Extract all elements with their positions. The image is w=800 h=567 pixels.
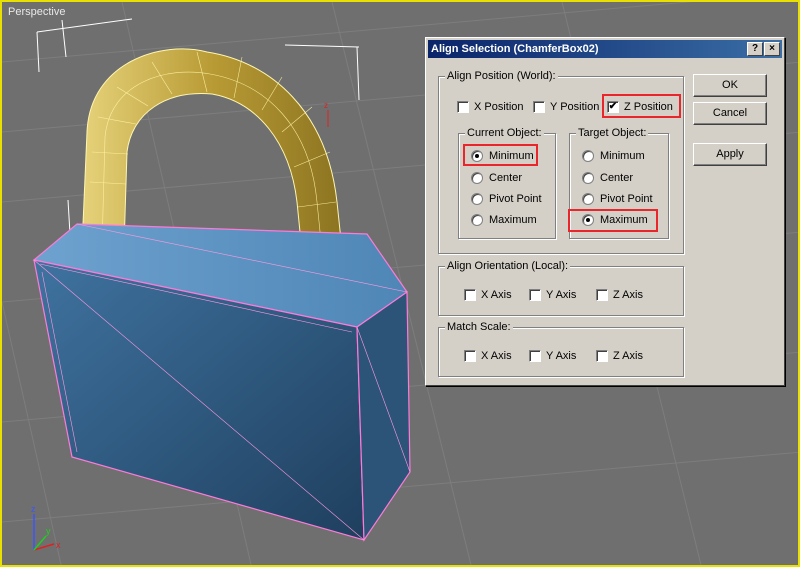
current-center-radio[interactable]: Center	[471, 172, 522, 184]
target-center-label: Center	[600, 172, 634, 184]
x-position-checkbox[interactable]: X Position	[457, 101, 524, 113]
target-pivot-label: Pivot Point	[600, 193, 653, 205]
target-minimum-radio[interactable]: Minimum	[582, 150, 645, 162]
scale-x-box[interactable]	[464, 350, 476, 362]
orient-z-label: Z Axis	[613, 289, 643, 301]
current-object-title: Current Object:	[465, 127, 544, 139]
cancel-button[interactable]: Cancel	[693, 102, 767, 125]
current-maximum-radio[interactable]: Maximum	[471, 214, 537, 226]
scale-z-label: Z Axis	[613, 350, 643, 362]
scale-x-checkbox[interactable]: X Axis	[464, 350, 512, 362]
gizmo-z-label: z	[324, 101, 328, 110]
orient-y-checkbox[interactable]: Y Axis	[529, 289, 576, 301]
align-position-title: Align Position (World):	[445, 70, 558, 82]
lock-body-side	[356, 290, 411, 542]
radio-icon[interactable]	[582, 172, 594, 184]
target-center-radio[interactable]: Center	[582, 172, 633, 184]
orient-y-box[interactable]	[529, 289, 541, 301]
target-minimum-label: Minimum	[600, 150, 645, 162]
current-object-group: Current Object: Minimum Center Pivot Poi…	[458, 127, 556, 239]
x-position-label: X Position	[474, 101, 524, 113]
current-minimum-highlight	[463, 144, 538, 166]
radio-icon[interactable]	[582, 150, 594, 162]
current-maximum-label: Maximum	[489, 214, 537, 226]
ok-button[interactable]: OK	[693, 74, 767, 97]
y-position-label: Y Position	[550, 101, 600, 113]
scale-y-label: Y Axis	[546, 350, 577, 362]
scale-y-box[interactable]	[529, 350, 541, 362]
orient-x-checkbox[interactable]: X Axis	[464, 289, 512, 301]
x-position-box[interactable]	[457, 101, 469, 113]
align-position-group: Align Position (World): X Position Y Pos…	[438, 70, 684, 254]
align-orientation-group: Align Orientation (Local): X Axis Y Axis…	[438, 260, 684, 316]
orient-z-box[interactable]	[596, 289, 608, 301]
target-object-title: Target Object:	[576, 127, 649, 139]
close-button[interactable]: ×	[764, 42, 780, 56]
match-scale-title: Match Scale:	[445, 321, 513, 333]
match-scale-group: Match Scale: X Axis Y Axis Z Axis	[438, 321, 684, 377]
axis-z-label: z	[31, 504, 36, 514]
radio-icon[interactable]	[582, 193, 594, 205]
orient-y-label: Y Axis	[546, 289, 577, 301]
target-object-group: Target Object: Minimum Center Pivot Poin…	[568, 127, 669, 239]
dialog-title-bar[interactable]: Align Selection (ChamferBox02) ? ×	[428, 40, 782, 58]
apply-button[interactable]: Apply	[693, 143, 767, 166]
radio-icon[interactable]	[471, 214, 483, 226]
scale-x-label: X Axis	[481, 350, 512, 362]
scale-z-checkbox[interactable]: Z Axis	[596, 350, 643, 362]
align-orientation-title: Align Orientation (Local):	[445, 260, 571, 272]
target-maximum-highlight	[568, 209, 658, 232]
scale-z-box[interactable]	[596, 350, 608, 362]
orient-x-box[interactable]	[464, 289, 476, 301]
help-button[interactable]: ?	[747, 42, 763, 56]
target-pivot-radio[interactable]: Pivot Point	[582, 193, 653, 205]
orient-x-label: X Axis	[481, 289, 512, 301]
orient-z-checkbox[interactable]: Z Axis	[596, 289, 643, 301]
axis-y-label: y	[46, 526, 51, 536]
z-position-highlight	[602, 94, 681, 118]
dialog-title: Align Selection (ChamferBox02)	[431, 43, 599, 55]
y-position-box[interactable]	[533, 101, 545, 113]
axis-x-label: x	[56, 540, 61, 550]
current-center-label: Center	[489, 172, 523, 184]
current-pivot-radio[interactable]: Pivot Point	[471, 193, 542, 205]
scale-y-checkbox[interactable]: Y Axis	[529, 350, 576, 362]
align-selection-dialog: Align Selection (ChamferBox02) ? × Align…	[425, 37, 785, 386]
current-pivot-label: Pivot Point	[489, 193, 542, 205]
radio-icon[interactable]	[471, 193, 483, 205]
viewport-label[interactable]: Perspective	[8, 6, 65, 18]
y-position-checkbox[interactable]: Y Position	[533, 101, 599, 113]
radio-icon[interactable]	[471, 172, 483, 184]
